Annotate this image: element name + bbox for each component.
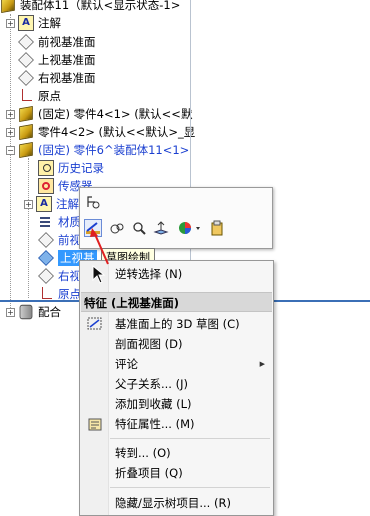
plane-icon (38, 232, 54, 248)
part-icon (19, 124, 33, 140)
assembly-icon (1, 0, 15, 13)
plane-icon (18, 70, 34, 86)
expand-icon[interactable]: + (6, 18, 15, 28)
tree-node-top-plane[interactable]: 上视基准面 (18, 51, 96, 69)
plane-icon (38, 250, 54, 266)
part-icon (19, 106, 33, 122)
sensor-icon (38, 178, 54, 194)
menu-item-3d-sketch-on-plane[interactable]: 基准面上的 3D 草图 (C) (80, 314, 273, 334)
plane-icon (18, 34, 34, 50)
annotation-icon: A (36, 196, 52, 212)
plane-icon (38, 268, 54, 284)
menu-header-feature: 特征 (上视基准面) (81, 292, 272, 312)
history-icon (38, 160, 54, 176)
expand-icon[interactable]: + (6, 127, 15, 137)
expand-icon[interactable]: + (6, 307, 15, 317)
feature-properties-icon (87, 416, 103, 432)
plane-icon (18, 52, 34, 68)
tree-node-material[interactable]: 材质 (38, 213, 81, 231)
tree-node-assembly[interactable]: 装配体11（默认<显示状态-1> (0, 0, 180, 14)
material-icon (38, 214, 54, 230)
tree-node-part6[interactable]: − (固定) 零件6^装配体11<1> (6, 141, 189, 159)
normal-to-icon[interactable] (152, 219, 170, 237)
annotation-icon: A (18, 15, 34, 31)
smart-dimension-icon[interactable] (84, 193, 102, 211)
annotation-arrow-icon (90, 228, 109, 265)
expand-icon[interactable]: + (24, 199, 33, 209)
zoom-icon[interactable] (130, 219, 148, 237)
menu-item-comment[interactable]: 评论 ▶ (80, 354, 273, 374)
expand-icon[interactable]: + (6, 109, 15, 119)
menu-item-feature-properties[interactable]: 特征属性... (M) (80, 414, 273, 434)
context-menu: 逆转选择 (N) 特征 (上视基准面) 基准面上的 3D 草图 (C) 剖面视图… (79, 260, 274, 516)
menu-item-section-view[interactable]: 剖面视图 (D) (80, 334, 273, 354)
menu-item-collapse-items[interactable]: 折叠项目 (Q) (80, 463, 273, 483)
tree-node-right-plane-2[interactable]: 右视 (38, 267, 81, 285)
tree-node-part4-1[interactable]: + (固定) 零件4<1> (默认<<默 (6, 105, 192, 123)
mates-icon (19, 304, 33, 320)
appearance-icon[interactable] (176, 219, 204, 237)
menu-item-add-to-favorites[interactable]: 添加到收藏 (L) (80, 394, 273, 414)
menu-separator (110, 487, 270, 488)
menu-item-parent-child[interactable]: 父子关系... (J) (80, 374, 273, 394)
tree-node-origin[interactable]: 原点 (18, 87, 61, 105)
menu-item-goto[interactable]: 转到... (O) (80, 443, 273, 463)
tree-node-right-plane[interactable]: 右视基准面 (18, 69, 96, 87)
submenu-arrow-icon: ▶ (259, 360, 265, 368)
tree-node-annotations-2[interactable]: + A 注解 (24, 195, 79, 213)
tree-node-annotations[interactable]: + A 注解 (6, 14, 61, 32)
paste-icon[interactable] (208, 219, 226, 237)
3d-sketch-icon (87, 316, 103, 332)
menu-separator (110, 438, 270, 439)
tree-divider (190, 0, 191, 300)
tree-node-history[interactable]: 历史记录 (38, 159, 104, 177)
tree-node-front-plane[interactable]: 前视基准面 (18, 33, 96, 51)
origin-icon (18, 88, 34, 104)
menu-item-hide-show-tree-items[interactable]: 隐藏/显示树项目... (R) (80, 493, 273, 513)
tree-node-part4-2[interactable]: + 零件4<2> (默认<<默认>_显 (6, 123, 195, 141)
tree-node-front-plane-2[interactable]: 前视 (38, 231, 81, 249)
mouse-cursor-icon (92, 265, 106, 284)
menu-item-reverse-selection[interactable]: 逆转选择 (N) (80, 264, 273, 284)
tree-node-mates[interactable]: + 配合 (6, 303, 61, 321)
part-icon (19, 142, 33, 158)
collapse-icon[interactable]: − (6, 145, 15, 155)
